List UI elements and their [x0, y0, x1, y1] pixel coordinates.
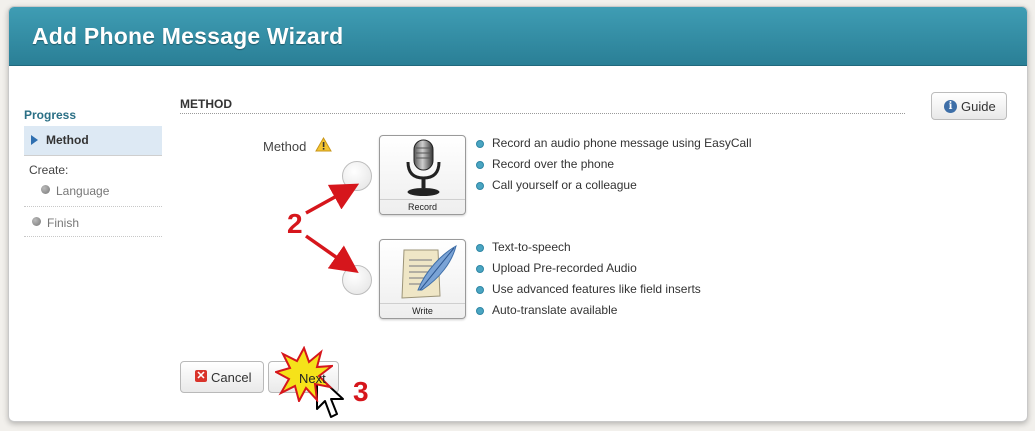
annotation-arrow-down [304, 234, 359, 274]
close-icon: ✕ [195, 370, 207, 382]
annotation-step-3: 3 [353, 376, 369, 407]
next-button[interactable]: Next [268, 346, 339, 402]
next-button-label: Next [299, 371, 326, 386]
annotation-arrow-up [305, 183, 360, 215]
annotation-step-2: 2 [287, 208, 303, 239]
wizard-window: Add Phone Message Wizard Progress Method… [8, 6, 1028, 422]
cancel-button-label: Cancel [211, 370, 252, 385]
cancel-button[interactable]: ✕ Cancel [180, 361, 264, 393]
annotation-arrows [304, 183, 360, 274]
